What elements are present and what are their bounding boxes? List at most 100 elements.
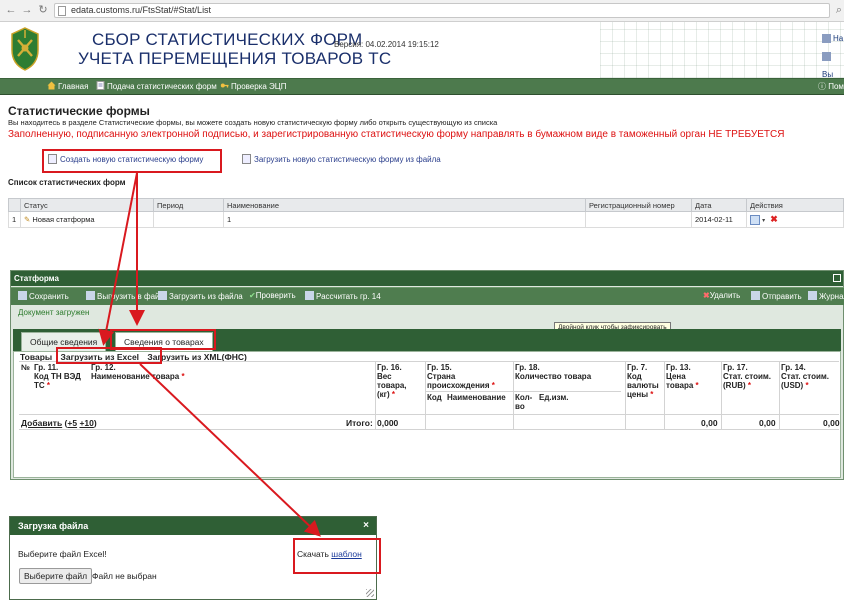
add-five-link[interactable]: +5	[67, 418, 77, 428]
help-icon: ⓘ	[818, 82, 829, 91]
total-label: Итого:	[346, 418, 373, 428]
nav-item-help[interactable]: ⓘ Пом	[818, 81, 844, 92]
col-header-period[interactable]: Период	[153, 198, 224, 212]
document-status: Документ загружен	[18, 308, 90, 317]
forward-icon[interactable]: →	[20, 3, 34, 17]
version-label: Версия: 04.02.2014 19:15:12	[334, 40, 439, 49]
row-period	[153, 211, 224, 228]
statform-window: Статформа Сохранить Выгрузить в файл Заг…	[10, 270, 844, 480]
grid-line	[721, 362, 722, 429]
page-icon	[58, 6, 66, 16]
grid-line	[664, 362, 665, 429]
col-g7: Гр. 7. Код валюты цены *	[627, 363, 659, 399]
upload-form-link[interactable]: Загрузить новую статистическую форму из …	[242, 154, 441, 164]
delete-button[interactable]: ✖Удалить	[703, 291, 740, 300]
col-g17: Гр. 17. Стат. стоим. (RUB) *	[723, 363, 772, 390]
col-g13: Гр. 13. Цена товара *	[666, 363, 699, 390]
add-ten-link[interactable]: +10	[79, 418, 93, 428]
journal-button[interactable]: Журнал	[808, 291, 844, 301]
send-button[interactable]: Отправить	[751, 291, 802, 301]
check-icon: ✔	[249, 291, 256, 300]
grid-line	[375, 362, 376, 429]
col-num: №	[21, 363, 30, 372]
header-link-1[interactable]: На	[822, 30, 844, 48]
send-icon	[751, 291, 760, 300]
table-row[interactable]: 1 ✎ Новая статформа 1 2014-02-11 ▾ ✖	[8, 211, 844, 228]
row-reg	[585, 211, 692, 228]
page-title: Статистические формы	[8, 104, 150, 118]
site-title-line1: СБОР СТАТИСТИЧЕСКИХ ФОРМ	[92, 30, 363, 49]
col-g14: Гр. 14. Стат. стоим. (USD) *	[781, 363, 830, 390]
add-row-link[interactable]: Добавить	[21, 418, 62, 428]
forms-table: Статус Период Наименование Регистрационн…	[8, 198, 844, 228]
list-title: Список статистических форм	[8, 178, 126, 187]
browser-toolbar: ← → ↻ edata.customs.ru/FtsStat/#Stat/Lis…	[0, 0, 844, 22]
import-button[interactable]: Загрузить из файла	[158, 291, 243, 301]
import-icon	[158, 291, 167, 300]
delete-icon[interactable]: ✖	[770, 214, 778, 224]
user-icon	[822, 34, 831, 44]
col-g15: Гр. 15. Страна происхождения *	[427, 363, 495, 390]
col-header-date[interactable]: Дата	[691, 198, 747, 212]
header-decoration	[600, 22, 844, 78]
logout-icon	[822, 52, 831, 62]
grid-line	[625, 362, 626, 429]
col-g11: Гр. 11. Код ТН ВЭД ТС *	[34, 363, 81, 390]
table-header-row: Статус Период Наименование Регистрационн…	[8, 198, 844, 212]
grid-line	[779, 362, 780, 429]
upload-document-icon	[242, 154, 251, 164]
delete-x-icon: ✖	[703, 291, 710, 300]
annotation-box-template	[293, 538, 381, 574]
select-file-label: Выберите файл Excel!	[18, 549, 107, 559]
annotation-box-excel	[56, 347, 162, 364]
total-rub: 0,00	[759, 418, 776, 428]
upload-dialog-title: Загрузка файла ×	[10, 517, 376, 535]
no-file-label: Файл не выбран	[92, 571, 157, 581]
resize-grip-icon[interactable]	[366, 589, 374, 597]
grid-line	[425, 391, 621, 392]
site-header: СБОР СТАТИСТИЧЕСКИХ ФОРМ УЧЕТА ПЕРЕМЕЩЕН…	[0, 22, 844, 79]
statform-toolbar: Сохранить Выгрузить в файл Загрузить из …	[11, 287, 844, 305]
total-price: 0,00	[701, 418, 718, 428]
col-header-status[interactable]: Статус	[20, 198, 154, 212]
url-text: edata.customs.ru/FtsStat/#Stat/List	[71, 5, 212, 15]
col-g18: Гр. 18. Количество товара	[515, 363, 592, 381]
total-usd: 0,00	[823, 418, 840, 428]
form-icon	[96, 81, 105, 90]
grid-line	[19, 414, 839, 415]
nav-item-verify[interactable]: Проверка ЭЦП	[220, 81, 286, 93]
row-date: 2014-02-11	[691, 211, 747, 228]
search-icon[interactable]: ⌕	[832, 3, 844, 17]
col-g12: Гр. 12. Наименование товара *	[91, 363, 185, 381]
warning-text: Заполненную, подписанную электронной под…	[8, 129, 785, 140]
key-icon	[220, 83, 229, 88]
check-button[interactable]: ✔Проверить	[249, 291, 296, 300]
journal-icon	[808, 291, 817, 300]
save-button[interactable]: Сохранить	[18, 291, 69, 301]
calc-icon	[305, 291, 314, 300]
nav-item-submit[interactable]: Подача статистических форм	[96, 81, 217, 93]
home-icon	[47, 81, 56, 90]
header-links: На Вы	[822, 30, 844, 84]
dropdown-icon[interactable]: ▾	[762, 218, 765, 224]
edit-icon[interactable]	[750, 215, 760, 225]
window-maximize-icon[interactable]	[833, 274, 841, 282]
statform-title: Статформа	[11, 271, 843, 286]
export-button[interactable]: Выгрузить в файл	[86, 291, 164, 301]
close-icon[interactable]: ×	[363, 517, 369, 535]
col-header-reg[interactable]: Регистрационный номер	[585, 198, 692, 212]
grid-line	[513, 362, 514, 429]
total-weight: 0,000	[377, 418, 399, 428]
col-g18-qty: Кол- во	[515, 393, 533, 411]
back-icon[interactable]: ←	[4, 3, 18, 17]
address-bar[interactable]: edata.customs.ru/FtsStat/#Stat/List	[54, 3, 830, 18]
choose-file-button[interactable]: Выберите файл	[19, 568, 93, 584]
nav-item-home[interactable]: Главная	[47, 81, 88, 93]
main-nav: Главная Подача статистических форм Прове…	[0, 78, 844, 95]
calc-button[interactable]: Рассчитать гр. 14	[305, 291, 381, 301]
save-icon	[18, 291, 27, 300]
reload-icon[interactable]: ↻	[36, 3, 50, 17]
col-g15-name: Наименование	[447, 393, 506, 402]
row-status: ✎ Новая статформа	[20, 211, 154, 228]
col-header-name[interactable]: Наименование	[223, 198, 586, 212]
